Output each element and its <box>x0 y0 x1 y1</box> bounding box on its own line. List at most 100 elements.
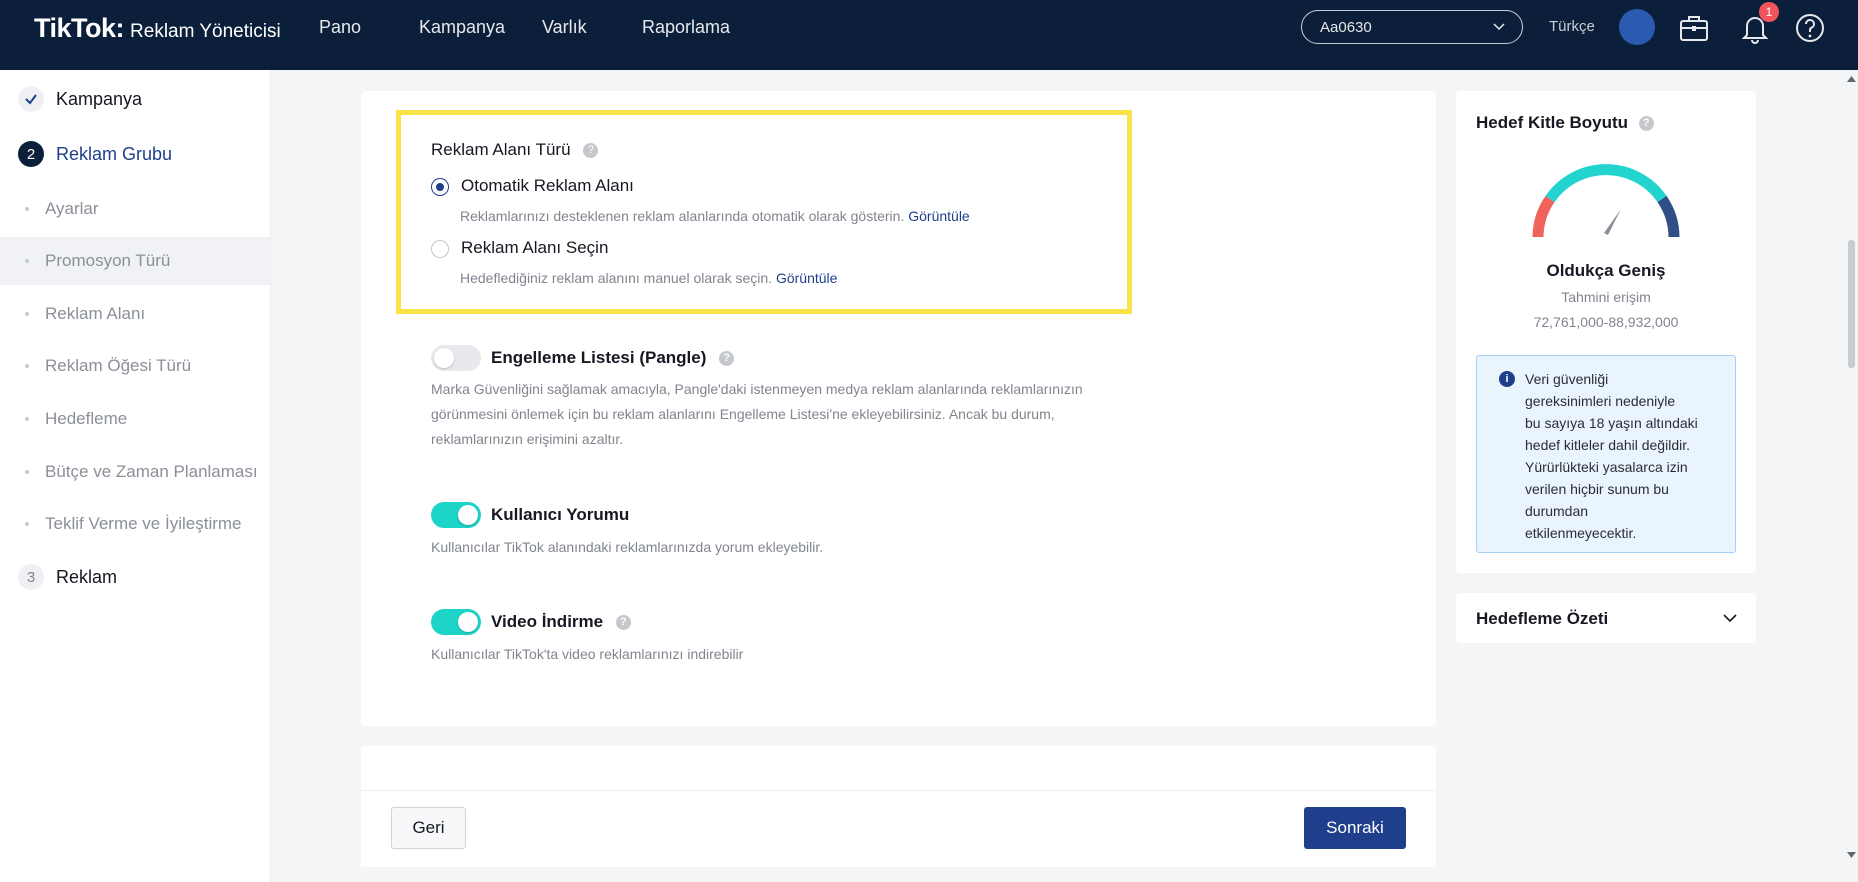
reach-range: 72,761,000-88,932,000 <box>1533 314 1679 330</box>
sidebar-item-promosyon-turu[interactable]: Promosyon Türü <box>0 237 270 285</box>
scroll-thumb[interactable] <box>1848 240 1855 368</box>
next-button[interactable]: Sonraki <box>1304 807 1406 849</box>
reach-label: Tahmini erişim <box>1561 289 1651 305</box>
bullet-dot <box>25 470 29 474</box>
bullet-dot <box>25 207 29 211</box>
help-icon[interactable]: ? <box>583 143 599 159</box>
info-icon: i <box>1499 371 1515 387</box>
step-number: 3 <box>18 564 44 590</box>
info-line: Yürürlükteki yasalarca izin <box>1525 459 1688 475</box>
nav-raporlama[interactable]: Raporlama <box>642 17 730 38</box>
comments-desc: Kullanıcılar TikTok alanındaki reklamlar… <box>431 539 824 555</box>
check-icon <box>18 86 44 112</box>
automatic-placement-label[interactable]: Otomatik Reklam Alanı <box>461 176 634 196</box>
blocklist-title: Engelleme Listesi (Pangle) ? <box>491 348 735 368</box>
sidebar-item-label: Hedefleme <box>45 409 128 428</box>
step-label: Kampanya <box>56 88 143 109</box>
briefcase-icon[interactable] <box>1677 11 1711 45</box>
toggle-knob <box>434 348 454 368</box>
bullet-dot <box>25 259 29 263</box>
info-line: hedef kitleler dahil değildir. <box>1525 437 1690 453</box>
tiktok-logo[interactable]: TikTok: Reklam Yöneticisi <box>34 13 281 44</box>
desc-line: Marka Güvenliğini sağlamak amacıyla, Pan… <box>431 381 1083 397</box>
audience-gauge <box>1532 164 1680 238</box>
help-icon[interactable]: ? <box>719 351 735 367</box>
avatar[interactable] <box>1619 9 1655 45</box>
sidebar-item-butce[interactable]: Bütçe ve Zaman Planlaması <box>0 448 270 496</box>
audience-size-title: Hedef Kitle Boyutu ? <box>1476 113 1654 133</box>
sidebar-item-label: Teklif Verme ve İyileştirme <box>45 514 242 533</box>
video-download-toggle[interactable] <box>431 609 481 635</box>
sidebar-item-reklam-ogesi-turu[interactable]: Reklam Öğesi Türü <box>0 342 270 390</box>
blocklist-desc: Marka Güvenliğini sağlamak amacıyla, Pan… <box>431 377 1083 452</box>
account-selector[interactable]: Aa0630 <box>1301 10 1523 44</box>
logo-sub: Reklam Yöneticisi <box>130 21 281 42</box>
sidebar-item-label: Bütçe ve Zaman Planlaması <box>45 462 258 481</box>
nav-varlik[interactable]: Varlık <box>542 17 587 38</box>
placement-type-title: Reklam Alanı Türü ? <box>431 140 599 160</box>
bullet-dot <box>25 312 29 316</box>
bullet-dot <box>25 364 29 368</box>
sidebar-item-label: Reklam Öğesi Türü <box>45 356 192 375</box>
language-switch[interactable]: Türkçe <box>1549 18 1595 35</box>
sidebar-item-ayarlar[interactable]: Ayarlar <box>0 185 270 233</box>
video-download-title-text: Video İndirme <box>491 612 604 631</box>
sidebar-item-hedefleme[interactable]: Hedefleme <box>0 395 270 443</box>
desc-line: reklamlarınızın erişimini azaltır. <box>431 431 624 447</box>
toggle-knob <box>458 612 478 632</box>
info-line: gereksinimleri nedeniyle <box>1525 393 1676 409</box>
sidebar-item-teklif[interactable]: Teklif Verme ve İyileştirme <box>0 500 270 548</box>
desc-line: görünmesini önlemek için bu reklam alanl… <box>431 406 1055 422</box>
bullet-dot <box>25 417 29 421</box>
desc-text: Hedeflediğiniz reklam alanını manuel ola… <box>460 270 773 286</box>
step-label: Reklam Grubu <box>56 143 173 164</box>
info-line: etkilenmeyecektir. <box>1525 525 1637 541</box>
step-kampanya[interactable]: Kampanya <box>18 86 142 112</box>
logo-brand: TikTok <box>34 13 116 43</box>
view-link[interactable]: Görüntüle <box>776 270 837 286</box>
info-line: Veri güvenliği <box>1525 371 1609 387</box>
automatic-placement-desc: Reklamlarınızı desteklenen reklam alanla… <box>460 208 970 224</box>
top-navbar: TikTok: Reklam Yöneticisi Pano Kampanya … <box>0 0 1858 70</box>
radio-automatic-placement[interactable] <box>431 178 449 196</box>
scroll-up-icon[interactable] <box>1847 76 1856 82</box>
notification-badge: 1 <box>1759 2 1779 22</box>
view-link[interactable]: Görüntüle <box>908 208 969 224</box>
info-line: verilen hiçbir sunum bu <box>1525 481 1669 497</box>
chevron-down-icon[interactable] <box>1722 611 1738 625</box>
footer-bar <box>361 790 1436 867</box>
logo-colon: : <box>115 13 125 43</box>
blocklist-title-text: Engelleme Listesi (Pangle) <box>491 348 707 367</box>
help-icon[interactable] <box>1793 11 1827 45</box>
video-download-title: Video İndirme ? <box>491 612 631 632</box>
video-download-desc: Kullanıcılar TikTok'ta video reklamların… <box>431 646 744 662</box>
desc-text: Reklamlarınızı desteklenen reklam alanla… <box>460 208 905 224</box>
info-notice: i Veri güvenliği gereksinimleri nedeniyl… <box>1476 355 1736 553</box>
toggle-knob <box>458 505 478 525</box>
nav-kampanya[interactable]: Kampanya <box>419 17 505 38</box>
sidebar-item-reklam-alani[interactable]: Reklam Alanı <box>0 290 270 338</box>
info-line: bu sayıya 18 yaşın altındaki <box>1525 415 1698 431</box>
targeting-summary-card[interactable]: Hedefleme Özeti <box>1456 593 1756 643</box>
step-reklam[interactable]: 3 Reklam <box>18 564 117 590</box>
blocklist-toggle[interactable] <box>431 345 481 371</box>
step-number: 2 <box>18 141 44 167</box>
comments-title: Kullanıcı Yorumu <box>491 505 630 524</box>
nav-pano[interactable]: Pano <box>319 17 361 38</box>
sidebar-item-label: Promosyon Türü <box>45 251 171 270</box>
sidebar: Kampanya 2 Reklam Grubu Ayarlar Promosyo… <box>0 70 271 882</box>
bullet-dot <box>25 522 29 526</box>
chevron-down-icon <box>1493 23 1505 31</box>
help-icon[interactable]: ? <box>1638 116 1654 132</box>
select-placement-label[interactable]: Reklam Alanı Seçin <box>461 238 608 258</box>
help-icon[interactable]: ? <box>615 615 631 631</box>
page-scrollbar[interactable] <box>1845 70 1858 882</box>
step-reklam-grubu[interactable]: 2 Reklam Grubu <box>18 141 172 167</box>
scroll-down-icon[interactable] <box>1847 852 1856 858</box>
step-label: Reklam <box>56 566 118 587</box>
back-button[interactable]: Geri <box>391 807 466 849</box>
placement-type-label: Reklam Alanı Türü <box>431 140 571 159</box>
comments-toggle[interactable] <box>431 502 481 528</box>
sidebar-item-label: Ayarlar <box>45 199 99 218</box>
radio-select-placement[interactable] <box>431 240 449 258</box>
